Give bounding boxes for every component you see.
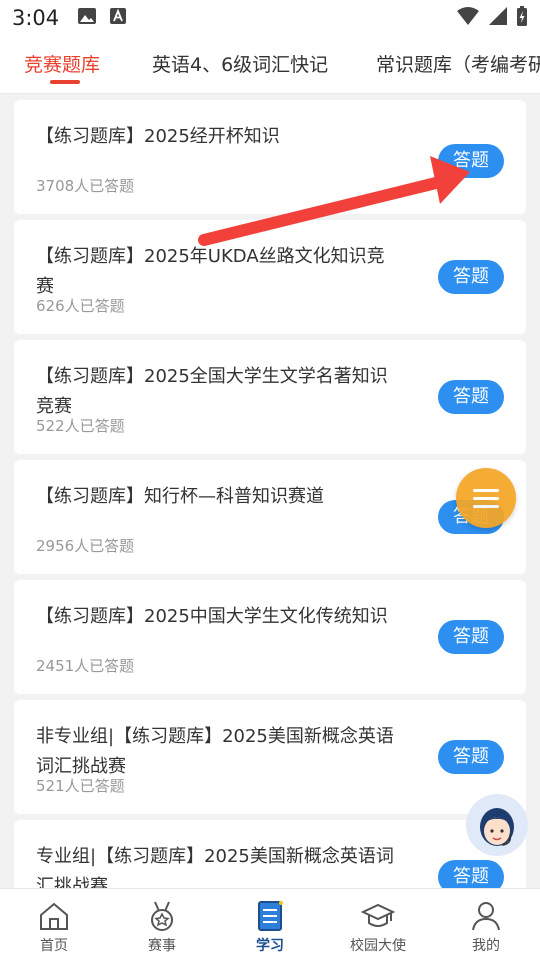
- graduation-cap-icon: [361, 903, 395, 927]
- list-item[interactable]: 非专业组|【练习题库】2025美国新概念英语词汇挑战赛 521人已答题 答题: [14, 700, 526, 814]
- battery-charging-icon: [516, 5, 528, 32]
- answer-button[interactable]: 答题: [438, 380, 504, 414]
- nav-label: 学习: [256, 938, 284, 954]
- customer-service-icon: [480, 808, 514, 846]
- tab-general-knowledge[interactable]: 常识题库（考编考研: [376, 50, 540, 77]
- nav-me[interactable]: 我的: [432, 889, 540, 960]
- tab-english-vocab[interactable]: 英语4、6级词汇快记: [152, 50, 328, 77]
- list-item[interactable]: 【练习题库】2025年UKDA丝路文化知识竞赛 626人已答题 答题: [14, 220, 526, 334]
- answered-count: 3708人已答题: [36, 177, 135, 195]
- image-icon: [77, 6, 97, 30]
- nav-study[interactable]: 学习: [216, 889, 324, 960]
- a-notification-icon: [109, 6, 127, 30]
- signal-icon: [488, 6, 508, 31]
- card-title: 【练习题库】知行杯—科普知识赛道: [36, 486, 324, 507]
- answered-count: 626人已答题: [36, 297, 125, 315]
- card-title: 【练习题库】2025中国大学生文化传统知识: [36, 606, 388, 627]
- card-title: 【练习题库】2025年UKDA丝路文化知识竞赛: [36, 246, 385, 297]
- list-item[interactable]: 专业组|【练习题库】2025美国新概念英语词汇挑战赛 答题: [14, 820, 526, 888]
- list-item[interactable]: 【练习题库】2025中国大学生文化传统知识 2451人已答题 答题: [14, 580, 526, 694]
- nav-home[interactable]: 首页: [0, 889, 108, 960]
- menu-icon: [473, 489, 499, 492]
- card-title: 【练习题库】2025全国大学生文学名著知识竞赛: [36, 366, 388, 417]
- nav-label: 赛事: [148, 938, 176, 954]
- category-tabs: 竞赛题库 英语4、6级词汇快记 常识题库（考编考研: [0, 36, 540, 94]
- book-icon: [258, 901, 283, 931]
- list-item[interactable]: 【练习题库】2025经开杯知识 3708人已答题 答题: [14, 100, 526, 214]
- nav-campus-ambassador[interactable]: 校园大使: [324, 889, 432, 960]
- answer-button[interactable]: 答题: [438, 860, 504, 888]
- card-title: 非专业组|【练习题库】2025美国新概念英语词汇挑战赛: [36, 726, 394, 777]
- customer-service-button[interactable]: [466, 794, 528, 856]
- nav-label: 校园大使: [350, 938, 406, 954]
- answer-button[interactable]: 答题: [438, 740, 504, 774]
- medal-icon: [151, 901, 173, 931]
- active-tab-indicator: [50, 80, 80, 84]
- status-time: 3:04: [12, 6, 60, 30]
- bottom-navigation: 首页 赛事 学习 校园大使 我的: [0, 888, 540, 960]
- tab-competition-bank[interactable]: 竞赛题库: [24, 50, 100, 77]
- nav-events[interactable]: 赛事: [108, 889, 216, 960]
- answered-count: 2956人已答题: [36, 537, 135, 555]
- user-icon: [472, 902, 500, 931]
- wifi-icon: [456, 6, 480, 31]
- floating-menu-button[interactable]: [456, 468, 516, 528]
- list-item[interactable]: 【练习题库】2025全国大学生文学名著知识竞赛 522人已答题 答题: [14, 340, 526, 454]
- nav-label: 首页: [40, 938, 68, 954]
- card-title: 【练习题库】2025经开杯知识: [36, 126, 280, 147]
- answered-count: 2451人已答题: [36, 657, 135, 675]
- nav-label: 我的: [472, 938, 500, 954]
- answer-button[interactable]: 答题: [438, 144, 504, 178]
- answer-button[interactable]: 答题: [438, 260, 504, 294]
- status-bar: 3:04: [0, 0, 540, 36]
- card-title: 专业组|【练习题库】2025美国新概念英语词汇挑战赛: [36, 846, 394, 888]
- list-item[interactable]: 【练习题库】知行杯—科普知识赛道 2956人已答题 答题: [14, 460, 526, 574]
- answered-count: 521人已答题: [36, 777, 125, 795]
- home-icon: [40, 902, 68, 930]
- answered-count: 522人已答题: [36, 417, 125, 435]
- answer-button[interactable]: 答题: [438, 620, 504, 654]
